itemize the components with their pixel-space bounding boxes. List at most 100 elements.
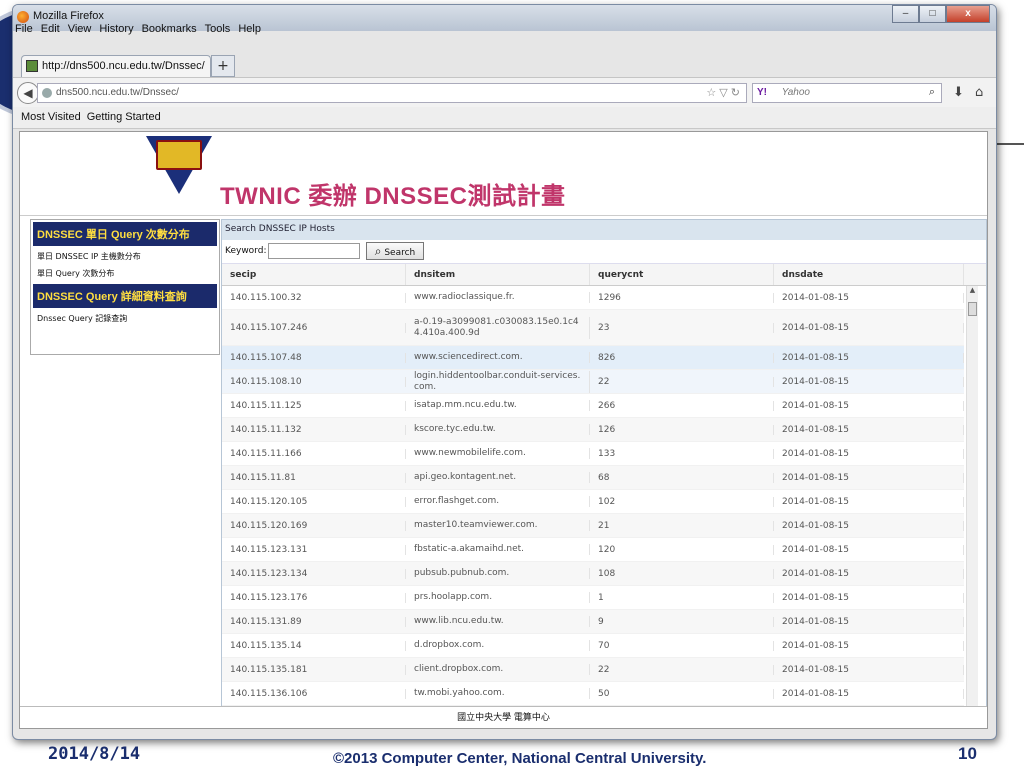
cell-dnsitem: www.newmobilelife.com. bbox=[406, 448, 590, 459]
cell-secip: 140.115.11.81 bbox=[222, 472, 406, 483]
slide-page-number: 10 bbox=[958, 744, 977, 763]
slide-copyright: ©2013 Computer Center, National Central … bbox=[333, 750, 707, 767]
table-row[interactable]: 140.115.108.10 login.hiddentoolbar.condui… bbox=[222, 370, 964, 394]
menu-edit[interactable]: Edit bbox=[41, 23, 60, 41]
cell-dnsdate: 2014-01-08-15 bbox=[774, 616, 964, 627]
table-row[interactable]: 140.115.100.32 www.radioclassique.fr. 1296… bbox=[222, 286, 964, 310]
page-content: TWNIC 委辦 DNSSEC測試計畫 DNSSEC 單日 Query 次數分布… bbox=[19, 131, 988, 729]
table-scrollbar[interactable]: ▲ bbox=[966, 286, 978, 718]
cell-dnsitem: fbstatic-a.akamaihd.net. bbox=[406, 544, 590, 555]
cell-querycnt: 22 bbox=[590, 664, 774, 675]
firefox-icon bbox=[17, 11, 29, 23]
cell-querycnt: 133 bbox=[590, 448, 774, 459]
column-header-dnsdate[interactable]: dnsdate bbox=[774, 264, 964, 285]
slide-date: 2014/8/14 bbox=[48, 744, 141, 764]
cell-querycnt: 102 bbox=[590, 496, 774, 507]
cell-querycnt: 22 bbox=[590, 376, 774, 387]
table-row[interactable]: 140.115.107.48 www.sciencedirect.com. 826 2… bbox=[222, 346, 964, 370]
sidebar-item-query-log[interactable]: Dnssec Query 記錄查詢 bbox=[31, 310, 219, 327]
browser-window: Mozilla Firefox – □ x File Edit View His… bbox=[12, 4, 997, 740]
cell-dnsitem: pubsub.pubnub.com. bbox=[406, 568, 590, 579]
menu-view[interactable]: View bbox=[68, 23, 92, 41]
menu-bookmarks[interactable]: Bookmarks bbox=[142, 23, 197, 41]
menu-tools[interactable]: Tools bbox=[205, 23, 231, 41]
menu-history[interactable]: History bbox=[99, 23, 133, 41]
search-engine-label: Yahoo bbox=[781, 87, 810, 98]
cell-dnsdate: 2014-01-08-15 bbox=[774, 400, 964, 411]
cell-dnsitem: www.radioclassique.fr. bbox=[406, 292, 590, 303]
column-header-secip[interactable]: secip bbox=[222, 264, 406, 285]
cell-secip: 140.115.120.169 bbox=[222, 520, 406, 531]
menu-bar: File Edit View History Bookmarks Tools H… bbox=[13, 23, 261, 41]
minimize-button[interactable]: – bbox=[892, 5, 919, 23]
sidebar-item-ip-hosts[interactable]: 單日 DNSSEC IP 主機數分布 bbox=[31, 248, 219, 265]
search-bar[interactable]: Y! Yahoo ⌕ bbox=[752, 83, 942, 103]
keyword-input[interactable] bbox=[268, 243, 360, 259]
table-row[interactable]: 140.115.120.169 master10.teamviewer.com. 2… bbox=[222, 514, 964, 538]
table-row[interactable]: 140.115.123.176 prs.hoolapp.com. 1 2014-01-… bbox=[222, 586, 964, 610]
menu-help[interactable]: Help bbox=[238, 23, 261, 41]
tab-dnssec[interactable]: http://dns500.ncu.edu.tw/Dnssec/ bbox=[21, 55, 211, 77]
cell-dnsitem: tw.mobi.yahoo.com. bbox=[406, 688, 590, 699]
bookmarks-bar: Most Visited Getting Started bbox=[13, 107, 996, 129]
search-icon[interactable]: ⌕ bbox=[929, 86, 935, 99]
cell-dnsdate: 2014-01-08-15 bbox=[774, 520, 964, 531]
cell-dnsdate: 2014-01-08-15 bbox=[774, 424, 964, 435]
cell-dnsitem: login.hiddentoolbar.conduit-services.com… bbox=[406, 370, 590, 393]
back-button[interactable]: ◀ bbox=[17, 82, 39, 104]
sidebar-section-query-detail[interactable]: DNSSEC Query 詳細資料查詢 bbox=[33, 284, 217, 308]
table-row[interactable]: 140.115.136.106 tw.mobi.yahoo.com. 50 2014-… bbox=[222, 682, 964, 706]
cell-querycnt: 21 bbox=[590, 520, 774, 531]
cell-secip: 140.115.107.246 bbox=[222, 322, 406, 333]
cell-secip: 140.115.131.89 bbox=[222, 616, 406, 627]
cell-querycnt: 108 bbox=[590, 568, 774, 579]
cell-dnsdate: 2014-01-08-15 bbox=[774, 448, 964, 459]
table-row[interactable]: 140.115.135.14 d.dropbox.com. 70 2014-01-08… bbox=[222, 634, 964, 658]
table-row[interactable]: 140.115.11.132 kscore.tyc.edu.tw. 126 2014-… bbox=[222, 418, 964, 442]
close-button[interactable]: x bbox=[946, 5, 990, 23]
bookmark-star-icon[interactable]: ☆ ▽ ↻ bbox=[706, 86, 740, 99]
address-bar[interactable]: dns500.ncu.edu.tw/Dnssec/ ☆ ▽ ↻ bbox=[37, 83, 747, 103]
ncu-emblem bbox=[156, 140, 202, 170]
scroll-up-icon[interactable]: ▲ bbox=[967, 286, 978, 294]
cell-secip: 140.115.108.10 bbox=[222, 376, 406, 387]
column-header-dnsitem[interactable]: dnsitem bbox=[406, 264, 590, 285]
cell-dnsdate: 2014-01-08-15 bbox=[774, 322, 964, 333]
table-body: 140.115.100.32 www.radioclassique.fr. 1296… bbox=[222, 286, 964, 706]
search-button[interactable]: ⌕ Search bbox=[366, 242, 424, 260]
cell-querycnt: 266 bbox=[590, 400, 774, 411]
table-row[interactable]: 140.115.120.105 error.flashget.com. 102 201… bbox=[222, 490, 964, 514]
cell-dnsdate: 2014-01-08-15 bbox=[774, 568, 964, 579]
table-header: secip dnsitem querycnt dnsdate bbox=[222, 264, 986, 286]
cell-dnsdate: 2014-01-08-15 bbox=[774, 472, 964, 483]
column-header-querycnt[interactable]: querycnt bbox=[590, 264, 774, 285]
sidebar-section-query-distribution[interactable]: DNSSEC 單日 Query 次數分布 bbox=[33, 222, 217, 246]
window-title: Mozilla Firefox bbox=[33, 10, 104, 22]
table-row[interactable]: 140.115.11.125 isatap.mm.ncu.edu.tw. 266 20… bbox=[222, 394, 964, 418]
cell-dnsdate: 2014-01-08-15 bbox=[774, 664, 964, 675]
table-row[interactable]: 140.115.11.166 www.newmobilelife.com. 133 2… bbox=[222, 442, 964, 466]
cell-dnsdate: 2014-01-08-15 bbox=[774, 688, 964, 699]
bookmark-getting-started[interactable]: Getting Started bbox=[87, 111, 161, 128]
bookmark-most-visited[interactable]: Most Visited bbox=[21, 111, 81, 128]
new-tab-button[interactable]: + bbox=[211, 55, 235, 77]
table-row[interactable]: 140.115.131.89 www.lib.ncu.edu.tw. 9 2014-0… bbox=[222, 610, 964, 634]
cell-secip: 140.115.123.176 bbox=[222, 592, 406, 603]
sidebar-item-query-count[interactable]: 單日 Query 次數分布 bbox=[31, 265, 219, 282]
maximize-button[interactable]: □ bbox=[919, 5, 946, 23]
table-row[interactable]: 140.115.107.246 a-0.19-a3099081.c030083.1… bbox=[222, 310, 964, 346]
cell-dnsdate: 2014-01-08-15 bbox=[774, 376, 964, 387]
cell-dnsitem: master10.teamviewer.com. bbox=[406, 520, 590, 531]
table-row[interactable]: 140.115.123.134 pubsub.pubnub.com. 108 2014… bbox=[222, 562, 964, 586]
cell-dnsitem: isatap.mm.ncu.edu.tw. bbox=[406, 400, 590, 411]
home-icon[interactable]: ⌂ bbox=[975, 85, 983, 100]
table-row[interactable]: 140.115.135.181 client.dropbox.com. 22 2014… bbox=[222, 658, 964, 682]
window-controls: – □ x bbox=[892, 5, 990, 23]
table-row[interactable]: 140.115.123.131 fbstatic-a.akamaihd.net. 1… bbox=[222, 538, 964, 562]
cell-dnsitem: a-0.19-a3099081.c030083.15e0.1c44.410a.4… bbox=[406, 316, 590, 339]
table-row[interactable]: 140.115.11.81 api.geo.kontagent.net. 68 201… bbox=[222, 466, 964, 490]
cell-querycnt: 70 bbox=[590, 640, 774, 651]
menu-file[interactable]: File bbox=[15, 23, 33, 41]
scroll-thumb[interactable] bbox=[968, 302, 977, 316]
download-icon[interactable]: ⬇ bbox=[953, 85, 964, 100]
